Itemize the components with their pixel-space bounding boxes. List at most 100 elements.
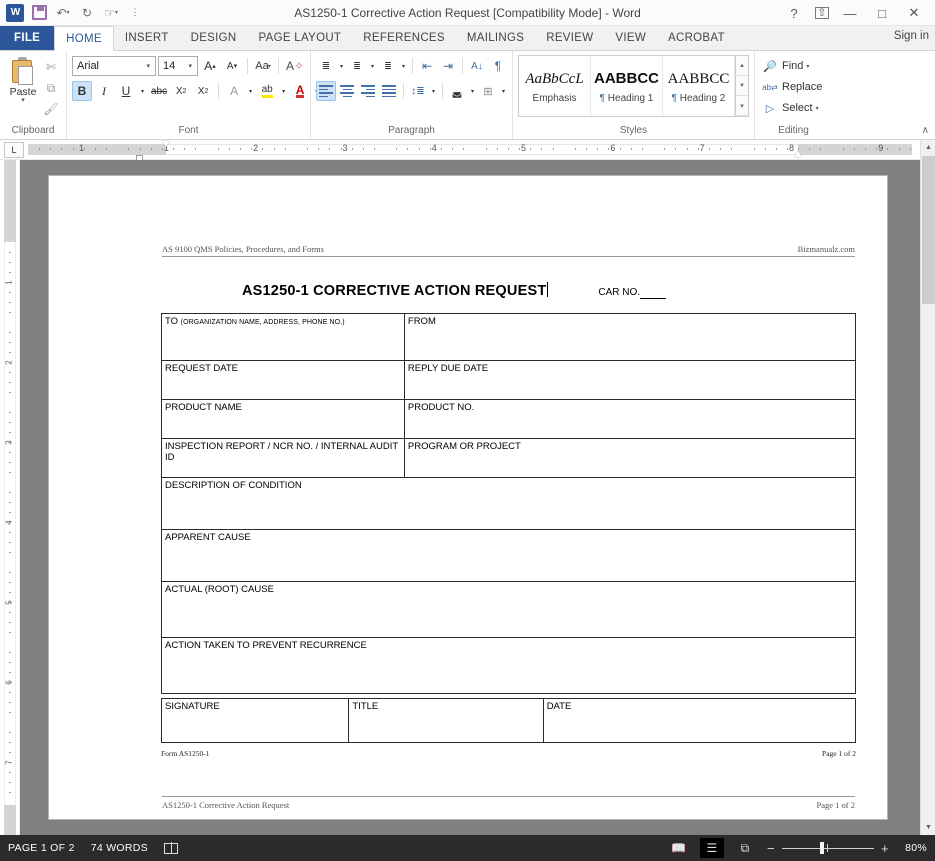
strikethrough-button[interactable]: abc [149, 81, 169, 101]
tab-acrobat[interactable]: ACROBAT [657, 26, 736, 50]
subscript-button[interactable]: X2 [171, 81, 191, 101]
chevron-down-icon[interactable]: ▾ [185, 62, 195, 70]
top-margin-region[interactable] [4, 160, 16, 242]
tab-view[interactable]: VIEW [604, 26, 657, 50]
chevron-down-icon[interactable]: ▾ [399, 56, 408, 76]
redo-icon[interactable]: ↻ [76, 2, 98, 24]
cut-icon[interactable]: ✄ [41, 58, 61, 76]
bold-button[interactable]: B [72, 81, 92, 101]
style-heading-1[interactable]: AABBCC ¶ Heading 1 [591, 56, 663, 116]
left-margin-region[interactable] [28, 144, 167, 155]
cell-title[interactable]: TITLE [348, 698, 544, 743]
style-heading-2[interactable]: AABBCC ¶ Heading 2 [663, 56, 735, 116]
zoom-slider[interactable]: − + [766, 841, 890, 856]
cell-actual-root-cause[interactable]: ACTUAL (ROOT) CAUSE [161, 581, 856, 638]
bottom-margin-region[interactable] [4, 805, 16, 835]
chevron-down-icon[interactable]: ▾ [816, 105, 819, 112]
style-emphasis[interactable]: AaBbCcL Emphasis [519, 56, 591, 116]
tab-references[interactable]: REFERENCES [352, 26, 456, 50]
styles-scroll-up-icon[interactable]: ▲ [736, 56, 748, 76]
cell-date[interactable]: DATE [542, 698, 857, 743]
clear-formatting-icon[interactable]: A ✧ [284, 56, 306, 76]
grow-font-icon[interactable]: A ▴ [200, 56, 220, 76]
word-count[interactable]: 74 WORDS [91, 842, 148, 854]
underline-button[interactable]: U [116, 81, 136, 101]
chevron-down-icon[interactable]: ▾ [368, 56, 377, 76]
cell-to[interactable]: TO (ORGANIZATION NAME, ADDRESS, PHONE NO… [161, 313, 405, 361]
sort-icon[interactable]: A↓ [467, 56, 487, 76]
chevron-down-icon[interactable]: ▾ [138, 81, 147, 101]
cell-action-taken[interactable]: ACTION TAKEN TO PREVENT RECURRENCE [161, 637, 856, 694]
shrink-font-icon[interactable]: A ▾ [222, 56, 242, 76]
tab-review[interactable]: REVIEW [535, 26, 605, 50]
bullets-icon[interactable]: ≣ [316, 56, 336, 76]
web-layout-view-button[interactable]: ⧉ [733, 838, 757, 858]
cell-from[interactable]: FROM [403, 313, 857, 361]
styles-scroll-down-icon[interactable]: ▼ [736, 76, 748, 96]
collapse-ribbon-icon[interactable]: ∧ [922, 125, 929, 136]
chevron-down-icon[interactable]: ▾ [499, 81, 508, 101]
select-button[interactable]: ▷ Select ▾ [760, 98, 821, 118]
print-layout-view-button[interactable]: ☰ [700, 838, 724, 858]
format-painter-icon[interactable]: 🖌 [41, 100, 61, 118]
scroll-up-icon[interactable]: ▲ [921, 140, 935, 155]
zoom-out-button[interactable]: − [766, 841, 776, 856]
decrease-indent-icon[interactable]: ⇤ [417, 56, 437, 76]
vertical-ruler[interactable]: 1 2 3 4 5 6 7 [0, 160, 20, 835]
cell-product-no[interactable]: PRODUCT NO. [403, 399, 857, 439]
cell-description-of-condition[interactable]: DESCRIPTION OF CONDITION [161, 477, 856, 530]
tab-page-layout[interactable]: PAGE LAYOUT [247, 26, 353, 50]
text-effects-icon[interactable]: A [224, 81, 244, 101]
zoom-knob[interactable] [820, 842, 824, 854]
horizontal-ruler-strip[interactable]: 1123456789 [28, 141, 912, 161]
cell-apparent-cause[interactable]: APPARENT CAUSE [161, 529, 856, 582]
tab-insert[interactable]: INSERT [113, 26, 180, 50]
horizontal-ruler[interactable]: L 1123456789 [0, 140, 920, 161]
close-button[interactable]: ✕ [903, 5, 925, 21]
justify-button[interactable] [379, 81, 399, 101]
zoom-level[interactable]: 80% [899, 842, 927, 854]
font-size-input[interactable]: 14 ▾ [158, 56, 198, 76]
change-case-icon[interactable]: Aa ▾ [253, 56, 273, 76]
cell-program-or-project[interactable]: PROGRAM OR PROJECT [403, 438, 857, 478]
minimize-button[interactable]: — [839, 6, 861, 21]
tab-mailings[interactable]: MAILINGS [455, 26, 536, 50]
chevron-down-icon[interactable]: ▾ [468, 81, 477, 101]
vertical-scrollbar[interactable]: ▲ ▼ [920, 140, 935, 835]
document-canvas[interactable]: AS 9100 QMS Policies, Procedures, and Fo… [20, 160, 920, 835]
align-center-button[interactable] [337, 81, 357, 101]
ribbon-display-options-icon[interactable]: ⇧ [815, 7, 829, 19]
touch-mode-icon[interactable]: ☞ ▾ [100, 2, 122, 24]
maximize-button[interactable]: □ [871, 6, 893, 21]
font-color-icon[interactable]: A [290, 81, 310, 101]
paste-button[interactable]: Paste ▾ [5, 55, 41, 104]
proofing-errors-icon[interactable] [163, 842, 178, 854]
cell-reply-due-date[interactable]: REPLY DUE DATE [403, 360, 857, 400]
chevron-down-icon[interactable]: ▾ [806, 63, 809, 70]
first-line-indent-marker[interactable] [162, 141, 171, 147]
superscript-button[interactable]: X2 [193, 81, 213, 101]
multilevel-list-icon[interactable]: ≣ [378, 56, 398, 76]
tab-file[interactable]: FILE [0, 26, 55, 50]
font-name-input[interactable]: Arial ▾ [72, 56, 156, 76]
align-right-button[interactable] [358, 81, 378, 101]
line-spacing-icon[interactable]: ↕≣ [408, 81, 428, 101]
borders-icon[interactable]: ⊞ [478, 81, 498, 101]
cell-product-name[interactable]: PRODUCT NAME [161, 399, 405, 439]
chevron-down-icon[interactable]: ▾ [143, 62, 153, 70]
copy-icon[interactable]: ⧉ [41, 79, 61, 97]
align-left-button[interactable] [316, 81, 336, 101]
chevron-down-icon[interactable]: ▾ [337, 56, 346, 76]
save-icon[interactable] [28, 2, 50, 24]
car-no-blank[interactable] [640, 287, 667, 299]
chevron-down-icon[interactable]: ▾ [429, 81, 438, 101]
find-button[interactable]: 🔎 Find ▾ [760, 56, 811, 76]
increase-indent-icon[interactable]: ⇥ [438, 56, 458, 76]
shading-icon[interactable]: ◛ [447, 81, 467, 101]
scrollbar-thumb[interactable] [922, 156, 935, 304]
customize-quick-access-toolbar-icon[interactable]: ⋮ [124, 2, 146, 24]
cell-request-date[interactable]: REQUEST DATE [161, 360, 405, 400]
replace-button[interactable]: ab⇄ Replace [760, 77, 824, 97]
help-icon[interactable]: ? [783, 6, 805, 21]
text-highlight-color-icon[interactable]: ab [257, 81, 277, 101]
